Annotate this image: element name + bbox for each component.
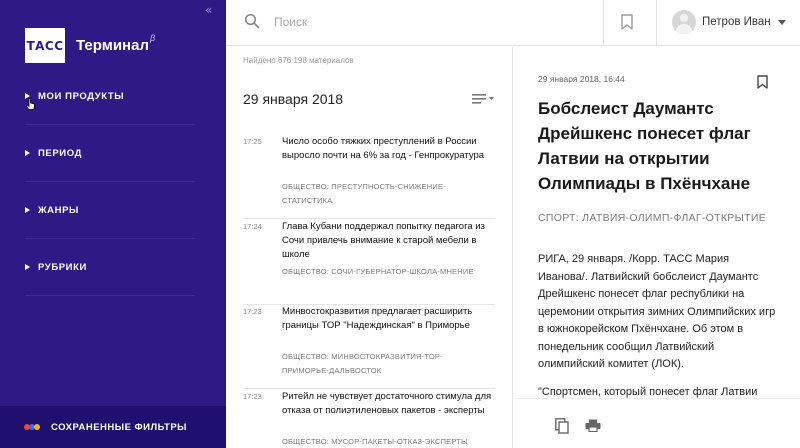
sidebar-item-label: ПЕРИОД <box>38 147 82 159</box>
search-input[interactable] <box>274 12 574 32</box>
article-tags: СПОРТ: ЛАТВИЯ-ОЛИМП-ФЛАГ-ОТКРЫТИЕ <box>538 212 767 224</box>
news-time: 17:23 <box>243 307 262 316</box>
app-title: Терминал <box>76 37 149 54</box>
user-menu[interactable]: Петров Иван <box>672 10 786 34</box>
feed-date: 29 января 2018 <box>243 91 344 107</box>
news-item[interactable]: 17:24 Глава Кубани поддержал попытку пед… <box>243 220 495 305</box>
saved-filters-label: СОХРАНЕННЫЕ ФИЛЬТРЫ <box>51 421 187 433</box>
sidebar-item-period[interactable]: ПЕРИОД <box>25 125 195 182</box>
divider <box>656 0 657 46</box>
chevron-down-icon <box>777 19 786 25</box>
sidebar-item-genres[interactable]: ЖАНРЫ <box>25 182 195 239</box>
news-item[interactable]: 17:23 Минвостокразвития предлагает расши… <box>243 305 495 389</box>
news-title: Ритейл не чувствует достаточного стимула… <box>282 391 492 416</box>
news-tags: ОБЩЕСТВО: МУСОР-ПАКЕТЫ-ОТКАЗ-ЭКСПЕРТЫ <box>282 437 468 446</box>
search-icon[interactable] <box>244 13 260 29</box>
triangle-right-icon <box>25 264 30 270</box>
triangle-right-icon <box>25 150 30 156</box>
article-body: РИГА, 29 января. /Корр. ТАСС Мария Ивано… <box>538 253 776 370</box>
news-feed: Найдено 676 198 материалов 29 января 201… <box>226 47 513 448</box>
sidebar: « ТАСС Терминал β МОИ ПРОДУКТЫ ПЕРИОД ЖА… <box>0 0 226 448</box>
news-title: Число особо тяжких преступлений в России… <box>282 136 485 161</box>
news-tags: ОБЩЕСТВО: ПРЕСТУПНОСТЬ-СНИЖЕНИЕ-СТАТИСТИ… <box>282 182 446 205</box>
news-tags: ОБЩЕСТВО: МИНВОСТОКРАЗВИТИЯ-ТОР-ПРИМОРЬЕ… <box>282 352 443 375</box>
news-time: 17:24 <box>243 222 262 231</box>
sort-icon[interactable] <box>472 93 496 105</box>
news-title: Глава Кубани поддержал попытку педагога … <box>282 221 485 260</box>
news-item[interactable]: 17:25 Число особо тяжких преступлений в … <box>243 135 495 219</box>
sidebar-item-label: РУБРИКИ <box>38 261 87 273</box>
print-icon[interactable] <box>585 419 601 432</box>
divider <box>603 0 604 46</box>
news-title: Минвостокразвития предлагает расширить г… <box>282 306 473 331</box>
article-panel: 29 января 2018, 16:44 Бобслеист Даумантс… <box>514 47 800 448</box>
copy-icon[interactable] <box>555 418 569 434</box>
news-time: 17:23 <box>243 392 262 401</box>
dot-yellow <box>34 424 40 430</box>
collapse-sidebar-button[interactable]: « <box>205 3 212 17</box>
news-time: 17:25 <box>243 137 262 146</box>
news-item[interactable]: 17:23 Ритейл не чувствует достаточного с… <box>243 390 495 448</box>
sidebar-item-rubrics[interactable]: РУБРИКИ <box>25 239 195 296</box>
saved-filters-button[interactable]: СОХРАНЕННЫЕ ФИЛЬТРЫ <box>0 406 226 448</box>
news-tags: ОБЩЕСТВО: СОЧИ-ГУБЕРНАТОР-ШКОЛА-МНЕНИЕ <box>282 267 474 276</box>
article-datetime: 29 января 2018, 16:44 <box>538 74 625 84</box>
sidebar-item-label: МОИ ПРОДУКТЫ <box>38 90 125 102</box>
bookmark-icon[interactable] <box>757 75 768 89</box>
logo[interactable]: ТАСС Терминал β <box>25 28 155 63</box>
bookmark-icon[interactable] <box>621 14 633 30</box>
top-bar: Петров Иван <box>226 0 800 46</box>
hand-cursor-icon <box>26 98 35 110</box>
beta-badge: β <box>149 32 156 43</box>
sidebar-item-my-products[interactable]: МОИ ПРОДУКТЫ <box>25 68 195 125</box>
saved-filters-icon <box>24 424 40 430</box>
triangle-right-icon <box>25 207 30 213</box>
tass-logo-mark: ТАСС <box>25 28 65 63</box>
avatar <box>672 10 696 34</box>
article-title: Бобслеист Даумантс Дрейшкенс понесет фла… <box>538 99 751 193</box>
user-name: Петров Иван <box>702 16 771 28</box>
article-toolbar <box>514 398 800 448</box>
sidebar-item-label: ЖАНРЫ <box>38 204 79 216</box>
results-count: Найдено 676 198 материалов <box>243 56 354 65</box>
